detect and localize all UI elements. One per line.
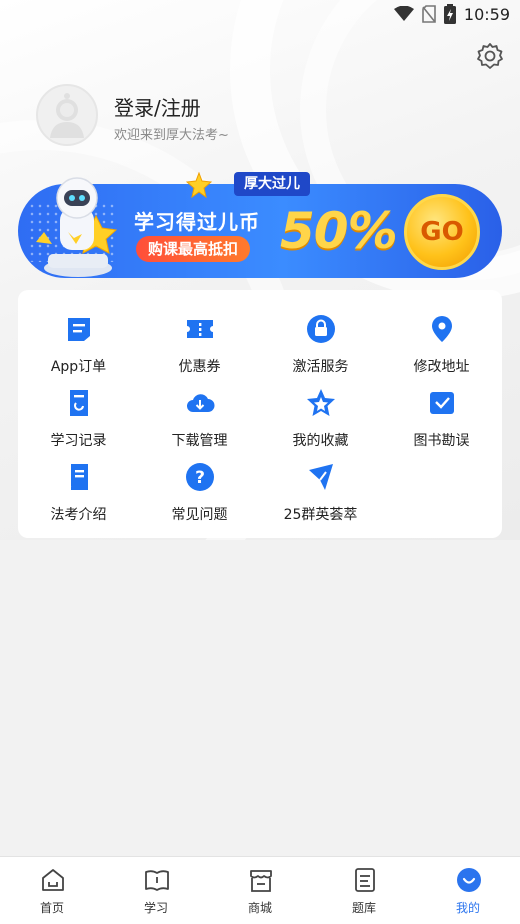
grid-label: 激活服务 bbox=[292, 359, 349, 375]
coupon-icon bbox=[187, 320, 213, 338]
small-star-icon bbox=[186, 172, 212, 198]
settings-gear-icon[interactable] bbox=[476, 42, 504, 70]
grid-label: 优惠券 bbox=[178, 359, 221, 375]
grid-label: 常见问题 bbox=[171, 507, 228, 523]
grid-label: 法考介绍 bbox=[50, 507, 107, 523]
login-register-link[interactable]: 登录/注册 bbox=[114, 92, 201, 121]
banner-tag: 厚大过儿 bbox=[234, 172, 310, 196]
grid-item-address[interactable]: 修改地址 bbox=[381, 304, 502, 375]
book-icon bbox=[71, 464, 88, 490]
welcome-text: 欢迎来到厚大法考~ bbox=[114, 128, 229, 143]
grid-item-favorites[interactable]: 我的收藏 bbox=[260, 378, 381, 449]
question-icon: ? bbox=[186, 463, 214, 491]
grid-item-exam-intro[interactable]: 法考介绍 bbox=[18, 452, 139, 523]
tab-label: 首页 bbox=[39, 901, 64, 915]
grid-label: 图书勘误 bbox=[413, 433, 470, 449]
profile-smile-icon bbox=[457, 868, 481, 892]
status-time: 10:59 bbox=[463, 4, 510, 24]
status-bar: 10:59 bbox=[0, 0, 520, 30]
grid-label: App订单 bbox=[50, 359, 107, 375]
tab-mine[interactable]: 我的 bbox=[416, 857, 520, 924]
tab-label: 商城 bbox=[247, 901, 272, 915]
tab-home[interactable]: 首页 bbox=[0, 857, 104, 924]
grid-label: 学习记录 bbox=[50, 433, 107, 449]
question-bank-icon bbox=[355, 868, 375, 892]
astronaut-mascot-icon bbox=[36, 177, 118, 277]
study-record-icon bbox=[70, 390, 88, 416]
grid-item-activate[interactable]: 激活服务 bbox=[260, 304, 381, 375]
tab-store[interactable]: 商城 bbox=[208, 857, 312, 924]
tab-label: 学习 bbox=[143, 901, 168, 915]
wifi-icon bbox=[393, 6, 414, 21]
grid-item-group[interactable]: 25群英荟萃 bbox=[260, 452, 381, 523]
study-book-icon bbox=[145, 870, 169, 891]
grid-label: 下载管理 bbox=[171, 433, 228, 449]
banner-discount-pill: 购课最高抵扣 bbox=[136, 236, 251, 262]
grid-item-book-errata[interactable]: 图书勘误 bbox=[381, 378, 502, 449]
mail-check-icon bbox=[430, 392, 454, 414]
cloud-download-icon bbox=[187, 394, 215, 412]
home-icon bbox=[42, 869, 64, 891]
grid-item-faq[interactable]: ? 常见问题 bbox=[139, 452, 260, 523]
tab-study[interactable]: 学习 bbox=[104, 857, 208, 924]
grid-item-download[interactable]: 下载管理 bbox=[139, 378, 260, 449]
banner-percent: 50% bbox=[280, 202, 398, 260]
banner-title: 学习得过儿币 bbox=[134, 210, 260, 234]
promo-banner[interactable]: 厚大过儿 学习得过儿币 购课最高抵扣 50% GO bbox=[18, 172, 502, 278]
go-coin-button[interactable]: GO bbox=[404, 194, 480, 270]
default-avatar-icon bbox=[50, 93, 84, 138]
star-icon bbox=[307, 389, 335, 416]
tab-label: 我的 bbox=[455, 901, 480, 915]
grid-label: 我的收藏 bbox=[292, 433, 349, 449]
tab-label: 题库 bbox=[351, 901, 376, 915]
order-icon bbox=[68, 318, 90, 341]
tab-question-bank[interactable]: 题库 bbox=[312, 857, 416, 924]
grid-label: 修改地址 bbox=[413, 359, 470, 375]
svg-text:?: ? bbox=[195, 468, 205, 488]
location-icon bbox=[432, 316, 452, 342]
battery-icon bbox=[443, 4, 456, 24]
service-grid: App订单 优惠券 激活服务 修改地址 学习记录 下载管理 我的收藏 图书勘误 … bbox=[18, 290, 502, 538]
grid-item-study-record[interactable]: 学习记录 bbox=[18, 378, 139, 449]
bottom-tab-bar: 首页 学习 商城 题库 我的 bbox=[0, 856, 520, 924]
lock-icon bbox=[307, 315, 335, 343]
paper-plane-icon bbox=[309, 464, 333, 490]
grid-item-coupon[interactable]: 优惠券 bbox=[139, 304, 260, 375]
avatar[interactable] bbox=[36, 84, 98, 146]
store-icon bbox=[250, 870, 272, 892]
no-sim-icon bbox=[422, 5, 436, 23]
grid-label: 25群英荟萃 bbox=[283, 507, 358, 523]
grid-item-app-order[interactable]: App订单 bbox=[18, 304, 139, 375]
